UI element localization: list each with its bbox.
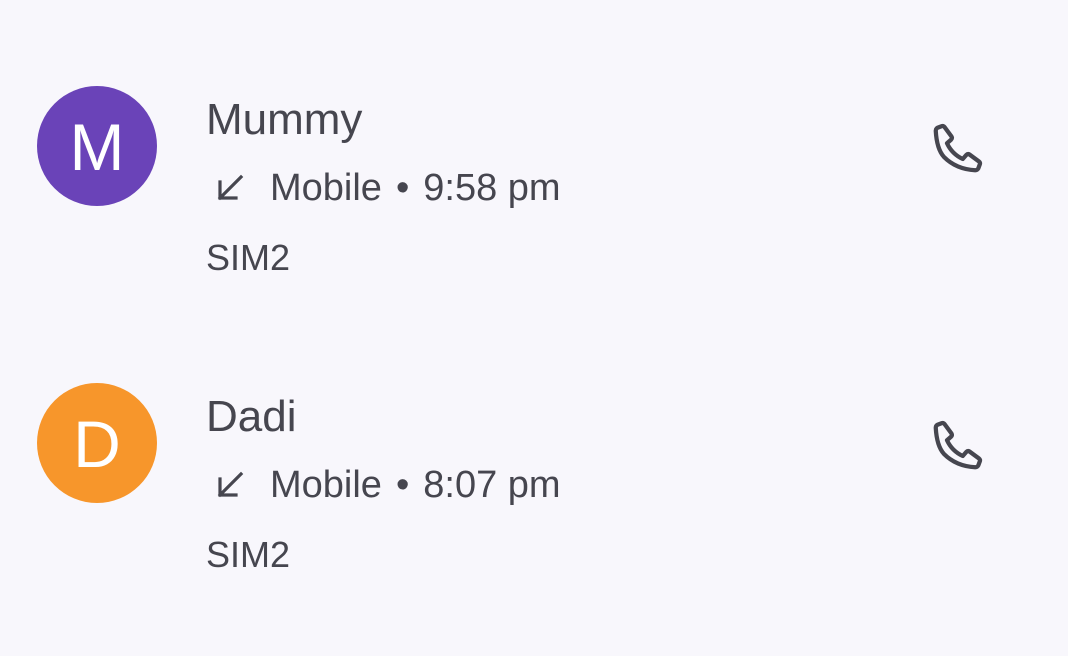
call-details: Mobile • 9:58 pm: [206, 164, 561, 212]
contact-avatar[interactable]: M: [37, 86, 157, 206]
avatar-initial: M: [69, 110, 125, 184]
call-time: 8:07 pm: [423, 464, 561, 506]
incoming-call-arrow-icon: [210, 168, 250, 208]
avatar-initial: D: [73, 407, 121, 481]
sim-label: SIM2: [206, 534, 291, 575]
sim-label: SIM2: [206, 237, 291, 278]
separator-dot: •: [395, 167, 410, 209]
phone-icon: [928, 118, 988, 178]
number-type: Mobile: [270, 167, 382, 209]
call-history-list: M Mummy Mobile • 9:58 pm SIM2 D Dadi Mob…: [0, 0, 1068, 656]
contact-name: Dadi: [206, 392, 297, 441]
number-type: Mobile: [270, 464, 382, 506]
call-time: 9:58 pm: [423, 167, 561, 209]
contact-name: Mummy: [206, 95, 363, 144]
call-log-item[interactable]: M Mummy Mobile • 9:58 pm SIM2: [0, 0, 1068, 296]
call-back-button[interactable]: [910, 397, 1006, 493]
incoming-call-arrow-icon: [210, 465, 250, 505]
separator-dot: •: [395, 464, 410, 506]
call-back-button[interactable]: [910, 100, 1006, 196]
phone-icon: [928, 415, 988, 475]
call-log-item[interactable]: D Dadi Mobile • 8:07 pm SIM2: [0, 297, 1068, 593]
call-details: Mobile • 8:07 pm: [206, 461, 561, 509]
contact-avatar[interactable]: D: [37, 383, 157, 503]
